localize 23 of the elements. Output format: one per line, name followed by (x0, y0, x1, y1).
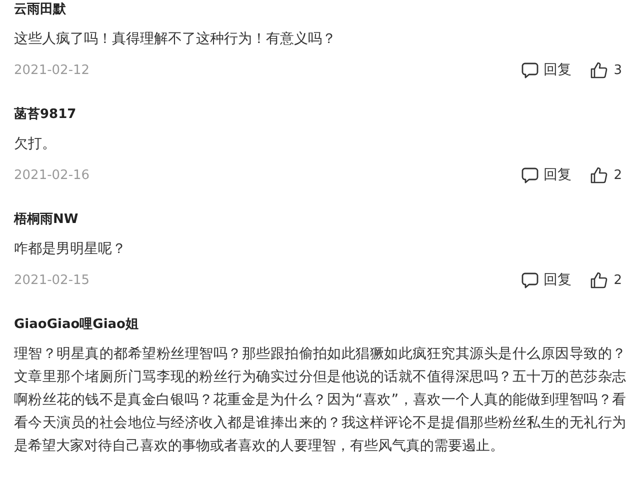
comment-date: 2021-02-15 (14, 272, 90, 288)
reply-link[interactable]: 回复 (544, 166, 572, 184)
thumbs-up-icon[interactable] (590, 271, 608, 289)
comment-text: 欠打。 (14, 135, 57, 154)
reply-link[interactable]: 回复 (544, 61, 572, 79)
comment-icon[interactable] (520, 61, 539, 79)
user-name[interactable]: 梧桐雨NW (14, 210, 626, 230)
like-count: 3 (614, 62, 622, 78)
comment-text: 这些人疯了吗！真得理解不了这种行为！有意义吗？ (14, 30, 337, 49)
comment-icon[interactable] (520, 166, 539, 184)
user-name[interactable]: GiaoGiao哩Giao姐 (14, 315, 626, 335)
comment-text: 咋都是男明星呢？ (14, 240, 127, 259)
like-count: 2 (614, 168, 622, 182)
comment-text: 理智？明星真的都希望粉丝理智吗？那些跟拍偷拍如此猖獗如此疯狂究其源头是什么原因导致的？文章里那个堵厕所门骂李现的粉丝行为确实过分但是他说的话就不值得深思吗？五十万的芭莎杂志啊粉丝花的钱不是真金白银吗？花重金是为什么？因为“喜欢”，喜欢一个人真的能做到理智吗？看看今天演员的社会地位与经济收入都是谁捧出来的？我这样评论不是提倡那些粉丝私生的无礼行为是希望大家对待自己喜欢的事物或者喜欢的人要理智，有些风气真的需要遏止。 (14, 345, 626, 456)
thumbs-up-icon[interactable] (590, 166, 608, 184)
user-name[interactable]: 菡苔9817 (14, 105, 626, 125)
like-count: 2 (614, 272, 622, 288)
comment-date: 2021-02-16 (14, 168, 90, 182)
user-name[interactable]: 云雨田默 (14, 0, 626, 20)
reply-link[interactable]: 回复 (544, 271, 572, 289)
comment-icon[interactable] (520, 271, 539, 289)
comment-date: 2021-02-12 (14, 62, 90, 78)
thumbs-up-icon[interactable] (590, 61, 608, 79)
